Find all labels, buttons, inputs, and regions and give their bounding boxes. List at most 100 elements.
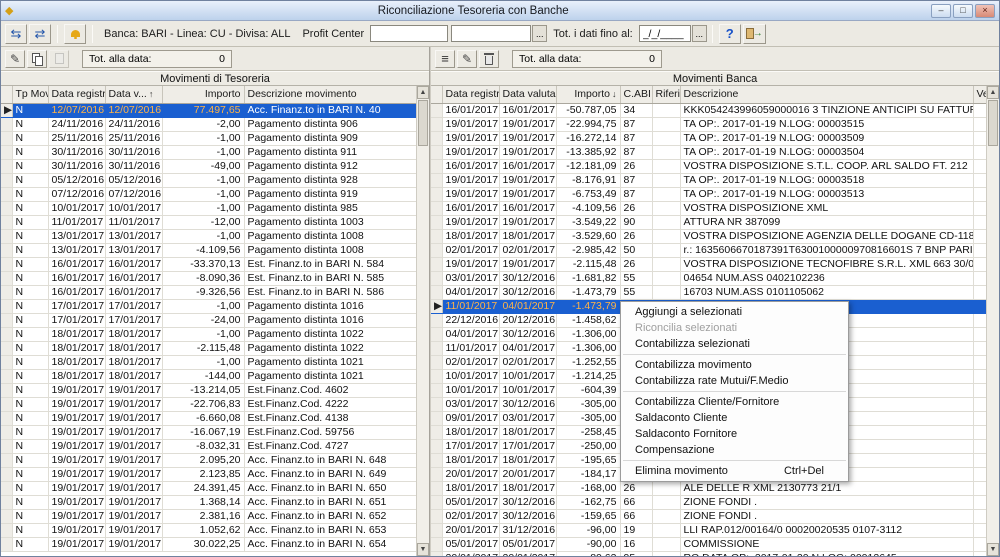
cell-ver[interactable] bbox=[973, 271, 986, 285]
menu-item-compensazione[interactable]: Compensazione bbox=[621, 442, 848, 458]
cell-data-registr[interactable]: 11/01/2017 bbox=[442, 341, 499, 355]
cell-data-valuta[interactable]: 16/01/2017 bbox=[105, 257, 162, 271]
treasury-row[interactable]: N19/01/201719/01/20172.095,20Acc. Finanz… bbox=[1, 453, 416, 467]
cell-descrizione[interactable]: Pagamento distinta 911 bbox=[244, 145, 416, 159]
cell-cabi[interactable]: 50 bbox=[620, 243, 652, 257]
cell-importo[interactable]: -184,17 bbox=[556, 467, 620, 481]
cell-cabi[interactable]: 87 bbox=[620, 173, 652, 187]
treasury-row[interactable]: N11/01/201711/01/2017-12,00Pagamento dis… bbox=[1, 215, 416, 229]
bank-row[interactable]: 16/01/201716/01/2017-12.181,0926VOSTRA D… bbox=[431, 159, 986, 173]
cell-cabi[interactable]: 26 bbox=[620, 481, 652, 495]
cell-ver[interactable] bbox=[973, 173, 986, 187]
bank-row[interactable]: 19/01/201719/01/2017-22.994,7587TA OP:. … bbox=[431, 117, 986, 131]
cell-importo[interactable]: -16.272,14 bbox=[556, 131, 620, 145]
row-marker[interactable] bbox=[1, 117, 12, 131]
cell-data-valuta[interactable]: 05/12/2016 bbox=[105, 173, 162, 187]
menu-item-contabilizza-movimento[interactable]: Contabilizza movimento bbox=[621, 357, 848, 373]
row-marker[interactable] bbox=[431, 495, 442, 509]
cell-importo[interactable]: -9.326,56 bbox=[162, 285, 244, 299]
treasury-row[interactable]: N19/01/201719/01/201730.022,25Acc. Finan… bbox=[1, 537, 416, 551]
bank-header-datavaluta[interactable]: Data valuta bbox=[499, 86, 556, 103]
profit-center-code-input[interactable] bbox=[451, 25, 531, 42]
cell-riferimento[interactable] bbox=[652, 523, 680, 537]
treasury-row[interactable]: N19/01/201719/01/201724.391,45Acc. Finan… bbox=[1, 481, 416, 495]
cell-data-valuta[interactable]: 20/12/2016 bbox=[499, 313, 556, 327]
cell-tpmov[interactable]: N bbox=[12, 327, 48, 341]
cell-data-valuta[interactable]: 19/01/2017 bbox=[105, 411, 162, 425]
cell-tpmov[interactable]: N bbox=[12, 215, 48, 229]
cell-tpmov[interactable]: N bbox=[12, 103, 48, 117]
cell-tpmov[interactable]: N bbox=[12, 495, 48, 509]
cell-data-registr[interactable]: 19/01/2017 bbox=[48, 523, 105, 537]
treasury-row[interactable]: N25/11/201625/11/2016-1,00Pagamento dist… bbox=[1, 131, 416, 145]
cell-data-valuta[interactable]: 18/01/2017 bbox=[499, 481, 556, 495]
cell-importo[interactable]: -4.109,56 bbox=[556, 201, 620, 215]
cell-data-valuta[interactable]: 17/01/2017 bbox=[499, 439, 556, 453]
bank-list-button[interactable]: ≡ bbox=[435, 50, 455, 68]
cell-data-registr[interactable]: 17/01/2017 bbox=[48, 299, 105, 313]
cell-data-valuta[interactable]: 19/01/2017 bbox=[105, 383, 162, 397]
treasury-row[interactable]: ▶N12/07/201612/07/201677.497,65Acc. Fina… bbox=[1, 103, 416, 117]
treasury-row[interactable]: N13/01/201713/01/2017-4.109,56Pagamento … bbox=[1, 243, 416, 257]
bank-row[interactable]: 05/01/201705/01/2017-90,0016COMMISSIONE bbox=[431, 537, 986, 551]
cell-data-registr[interactable]: 18/01/2017 bbox=[442, 481, 499, 495]
cell-data-valuta[interactable]: 17/01/2017 bbox=[105, 313, 162, 327]
cell-data-valuta[interactable]: 16/01/2017 bbox=[105, 285, 162, 299]
cell-importo[interactable]: -3.529,60 bbox=[556, 229, 620, 243]
cell-importo[interactable]: -159,65 bbox=[556, 509, 620, 523]
row-marker[interactable] bbox=[431, 355, 442, 369]
cell-descrizione[interactable]: TA OP:. 2017-01-19 N.LOG: 00003515 bbox=[680, 117, 973, 131]
minimize-button[interactable]: – bbox=[931, 4, 951, 18]
cell-data-registr[interactable]: 05/01/2017 bbox=[442, 495, 499, 509]
cell-data-valuta[interactable]: 19/01/2017 bbox=[105, 467, 162, 481]
cell-descrizione[interactable]: Est. Finanz.to in BARI N. 585 bbox=[244, 271, 416, 285]
cell-riferimento[interactable] bbox=[652, 117, 680, 131]
row-marker[interactable] bbox=[1, 369, 12, 383]
cell-riferimento[interactable] bbox=[652, 509, 680, 523]
cell-data-registr[interactable]: 19/01/2017 bbox=[442, 215, 499, 229]
cell-descrizione[interactable]: TA OP:. 2017-01-19 N.LOG: 00003518 bbox=[680, 173, 973, 187]
scroll-down-icon[interactable]: ▼ bbox=[987, 543, 999, 556]
row-marker[interactable] bbox=[431, 117, 442, 131]
bank-header-ver[interactable]: Ver... bbox=[973, 86, 986, 103]
menu-item-saldaconto-cliente[interactable]: Saldaconto Cliente bbox=[621, 410, 848, 426]
cell-descrizione[interactable]: Pagamento distinta 1008 bbox=[244, 243, 416, 257]
row-marker[interactable] bbox=[431, 243, 442, 257]
cell-data-valuta[interactable]: 30/11/2016 bbox=[105, 145, 162, 159]
cell-riferimento[interactable] bbox=[652, 271, 680, 285]
cell-data-registr[interactable]: 19/01/2017 bbox=[48, 411, 105, 425]
row-marker[interactable] bbox=[1, 299, 12, 313]
bank-row[interactable]: 02/01/201702/01/2017-2.985,4250r.: 16356… bbox=[431, 243, 986, 257]
scrollbar-thumb[interactable] bbox=[988, 100, 998, 146]
bank-row[interactable]: 19/01/201719/01/2017-6.753,4987TA OP:. 2… bbox=[431, 187, 986, 201]
treasury-row[interactable]: N17/01/201717/01/2017-1,00Pagamento dist… bbox=[1, 299, 416, 313]
bank-edit-button[interactable]: ✎ bbox=[457, 50, 477, 68]
menu-item-saldaconto-fornitore[interactable]: Saldaconto Fornitore bbox=[621, 426, 848, 442]
cell-data-valuta[interactable]: 20/01/2017 bbox=[499, 551, 556, 556]
cell-importo[interactable]: -162,75 bbox=[556, 495, 620, 509]
cell-importo[interactable]: 1.368,14 bbox=[162, 495, 244, 509]
cell-riferimento[interactable] bbox=[652, 551, 680, 556]
cell-data-registr[interactable]: 04/01/2017 bbox=[442, 327, 499, 341]
cell-data-valuta[interactable]: 19/01/2017 bbox=[105, 509, 162, 523]
cell-data-registr[interactable]: 17/01/2017 bbox=[48, 313, 105, 327]
row-marker[interactable] bbox=[431, 481, 442, 495]
cell-tpmov[interactable]: N bbox=[12, 467, 48, 481]
cell-data-valuta[interactable]: 19/01/2017 bbox=[105, 425, 162, 439]
tot-fino-lookup-button[interactable]: ... bbox=[692, 25, 707, 42]
cell-descrizione[interactable]: Pagamento distinta 909 bbox=[244, 131, 416, 145]
treasury-scrollbar[interactable]: ▲ ▼ bbox=[416, 86, 429, 556]
cell-importo[interactable]: -6.660,08 bbox=[162, 411, 244, 425]
cell-tpmov[interactable]: N bbox=[12, 243, 48, 257]
cell-importo[interactable]: 30.022,25 bbox=[162, 537, 244, 551]
cell-data-registr[interactable]: 22/12/2016 bbox=[442, 313, 499, 327]
cell-cabi[interactable]: 26 bbox=[620, 201, 652, 215]
cell-tpmov[interactable]: N bbox=[12, 369, 48, 383]
cell-descrizione[interactable]: Acc. Finanz.to in BARI N. 40 bbox=[244, 103, 416, 117]
cell-ver[interactable] bbox=[973, 131, 986, 145]
treasury-row[interactable]: N18/01/201718/01/2017-1,00Pagamento dist… bbox=[1, 327, 416, 341]
cell-data-registr[interactable]: 19/01/2017 bbox=[48, 425, 105, 439]
row-marker[interactable] bbox=[431, 369, 442, 383]
treasury-row[interactable]: N30/11/201630/11/2016-49,00Pagamento dis… bbox=[1, 159, 416, 173]
row-marker[interactable] bbox=[431, 551, 442, 556]
